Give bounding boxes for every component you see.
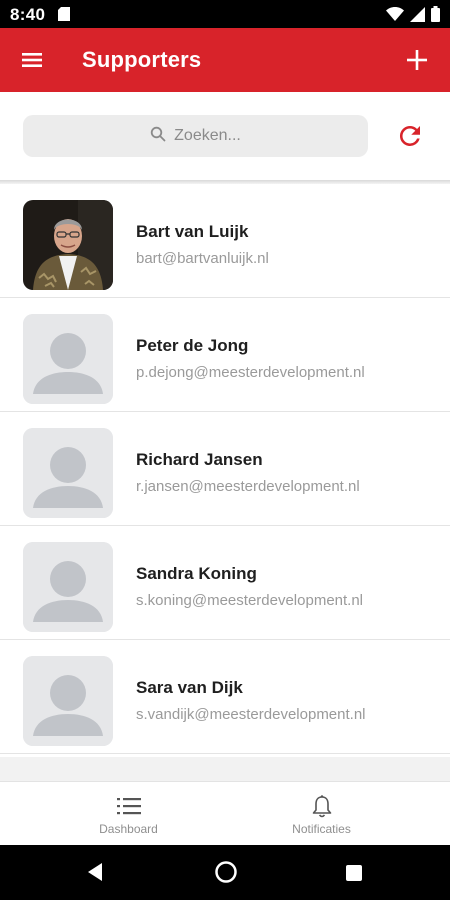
person-placeholder-icon [23,428,113,518]
supporter-name: Peter de Jong [136,336,249,355]
supporter-email: p.dejong@meesterdevelopment.nl [136,364,365,381]
list-icon [115,794,143,823]
refresh-icon [399,125,420,146]
avatar [23,314,113,404]
app-bar: Supporters [0,28,450,92]
search-input[interactable]: Zoeken... [23,115,368,157]
list-item[interactable]: Sandra Koning s.koning@meesterdevelopmen… [0,526,450,640]
home-icon[interactable] [214,860,238,889]
list-item[interactable]: Peter de Jong p.dejong@meesterdevelopmen… [0,298,450,412]
avatar [23,656,113,746]
supporter-name: Sara van Dijk [136,678,243,697]
status-bar: 8:40 [0,0,450,28]
supporter-email: r.jansen@meesterdevelopment.nl [136,478,360,495]
search-area: Zoeken... [0,92,450,180]
supporters-list: Bart van Luijk bart@bartvanluijk.nl Pete… [0,184,450,754]
back-icon[interactable] [86,861,104,888]
person-placeholder-icon [23,656,113,746]
search-icon [150,126,166,147]
recents-icon[interactable] [344,863,364,888]
avatar [23,428,113,518]
person-placeholder-icon [23,314,113,404]
wifi-icon [386,7,404,26]
nav-notificaties-label: Notificaties [292,822,351,836]
refresh-button[interactable] [395,121,425,151]
add-supporter-button[interactable] [404,47,430,73]
supporter-email: bart@bartvanluijk.nl [136,250,269,267]
sd-card-icon [58,7,70,26]
list-item[interactable]: Sara van Dijk s.vandijk@meesterdevelopme… [0,640,450,754]
nav-dashboard[interactable]: Dashboard [16,782,241,846]
status-time: 8:40 [10,5,46,24]
bottom-nav: Dashboard Notificaties [0,781,450,845]
nav-notificaties[interactable]: Notificaties [209,782,434,846]
plus-icon [407,50,427,70]
nav-dashboard-label: Dashboard [99,822,158,836]
supporter-email: s.vandijk@meesterdevelopment.nl [136,706,366,723]
supporter-name: Bart van Luijk [136,222,249,241]
battery-icon [431,6,440,27]
person-placeholder-icon [23,542,113,632]
list-item[interactable]: Bart van Luijk bart@bartvanluijk.nl [0,184,450,298]
supporter-email: s.koning@meesterdevelopment.nl [136,592,364,609]
supporter-name: Richard Jansen [136,450,263,469]
system-nav-bar [0,845,450,900]
profile-photo [23,200,113,290]
list-item[interactable]: Richard Jansen r.jansen@meesterdevelopme… [0,412,450,526]
avatar [23,200,113,290]
bell-icon [310,794,334,825]
signal-icon [410,6,425,27]
menu-button[interactable] [20,48,46,72]
supporter-name: Sandra Koning [136,564,257,583]
menu-icon [22,53,42,67]
search-placeholder: Zoeken... [174,127,241,144]
list-footer-spacer [0,757,450,781]
avatar [23,542,113,632]
page-title: Supporters [82,47,202,72]
